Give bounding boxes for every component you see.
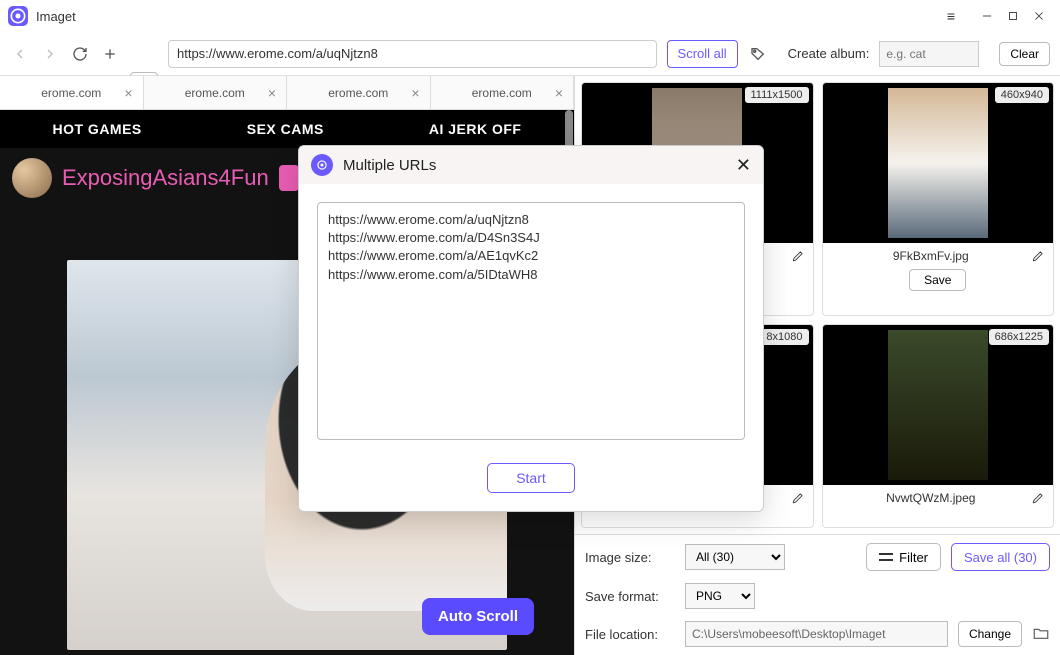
avatar[interactable] [12, 158, 52, 198]
tab-label: erome.com [472, 86, 532, 100]
nav-sex-cams[interactable]: SEX CAMS [247, 121, 324, 137]
open-folder-icon[interactable] [1032, 624, 1050, 645]
dimension-badge: 460x940 [995, 87, 1049, 103]
edit-icon[interactable] [1031, 491, 1045, 505]
nav-hot-games[interactable]: HOT GAMES [52, 121, 141, 137]
create-album-input[interactable] [879, 41, 979, 67]
edit-icon[interactable] [791, 249, 805, 263]
close-window-button[interactable] [1026, 3, 1052, 29]
minimize-button[interactable] [974, 3, 1000, 29]
save-format-select[interactable]: PNG [685, 583, 755, 609]
forward-button[interactable] [40, 44, 60, 64]
result-card: 686x1225 NvwtQWzM.jpeg [822, 324, 1055, 528]
tab-3[interactable]: erome.com × [431, 76, 575, 109]
sliders-icon [879, 551, 893, 563]
back-button[interactable] [10, 44, 30, 64]
username[interactable]: ExposingAsians4Fun [62, 165, 269, 191]
app-name: Imaget [36, 9, 76, 24]
tab-label: erome.com [185, 86, 245, 100]
urls-textarea[interactable] [317, 202, 745, 440]
image-size-label: Image size: [585, 550, 675, 565]
dimension-badge: 8x1080 [760, 329, 808, 345]
save-all-button[interactable]: Save all (30) [951, 543, 1050, 571]
dimension-badge: 686x1225 [989, 329, 1049, 345]
tag-icon[interactable] [748, 44, 768, 64]
hamburger-menu-icon[interactable]: ≡ [938, 3, 964, 29]
nav-ai-jerk-off[interactable]: AI JERK OFF [429, 121, 522, 137]
scroll-all-button[interactable]: Scroll all [667, 40, 738, 68]
app-logo-icon [8, 6, 28, 26]
edit-icon[interactable] [1031, 249, 1045, 263]
multiple-urls-dialog: Multiple URLs ✕ Start [298, 145, 764, 512]
dimension-badge: 1111x1500 [745, 87, 809, 103]
file-location-value: C:\Users\mobeesoft\Desktop\Imaget [685, 621, 948, 647]
dialog-logo-icon [311, 154, 333, 176]
bottom-controls: Image size: All (30) Filter Save all (30… [575, 534, 1060, 655]
dialog-title: Multiple URLs [343, 157, 726, 174]
add-tab-button[interactable] [100, 44, 120, 64]
auto-scroll-button[interactable]: Auto Scroll [422, 598, 534, 635]
close-tab-icon[interactable]: × [555, 85, 563, 101]
site-top-nav: HOT GAMES SEX CAMS AI JERK OFF [0, 110, 574, 148]
result-thumbnail[interactable]: 686x1225 [823, 325, 1054, 485]
result-thumbnail[interactable]: 460x940 [823, 83, 1054, 243]
toolbar: Scroll all Create album: Clear [0, 32, 1060, 76]
image-size-select[interactable]: All (30) [685, 544, 785, 570]
reload-button[interactable] [70, 44, 90, 64]
tab-0[interactable]: erome.com × [0, 76, 144, 109]
dialog-header: Multiple URLs ✕ [299, 146, 763, 184]
edit-icon[interactable] [791, 491, 805, 505]
clear-button[interactable]: Clear [999, 42, 1050, 66]
tab-label: erome.com [41, 86, 101, 100]
result-card: 460x940 9FkBxmFv.jpg Save [822, 82, 1055, 316]
change-location-button[interactable]: Change [958, 621, 1022, 647]
url-input[interactable] [168, 40, 657, 68]
file-location-label: File location: [585, 627, 675, 642]
create-album-label: Create album: [788, 46, 870, 61]
title-bar: Imaget ≡ [0, 0, 1060, 32]
filename: 9FkBxmFv.jpg [831, 249, 1032, 263]
follow-button[interactable] [279, 165, 299, 191]
close-tab-icon[interactable]: × [124, 85, 132, 101]
tab-2[interactable]: erome.com × [287, 76, 431, 109]
tab-strip: erome.com × erome.com × erome.com × erome.c… [0, 76, 574, 110]
maximize-button[interactable] [1000, 3, 1026, 29]
filename: NvwtQWzM.jpeg [831, 491, 1032, 505]
start-button[interactable]: Start [487, 463, 575, 493]
filter-button[interactable]: Filter [866, 543, 941, 571]
close-tab-icon[interactable]: × [411, 85, 419, 101]
save-image-button[interactable]: Save [909, 269, 966, 291]
close-tab-icon[interactable]: × [268, 85, 276, 101]
tab-label: erome.com [328, 86, 388, 100]
save-format-label: Save format: [585, 589, 675, 604]
tab-1[interactable]: erome.com × [144, 76, 288, 109]
dialog-close-icon[interactable]: ✕ [736, 155, 751, 176]
